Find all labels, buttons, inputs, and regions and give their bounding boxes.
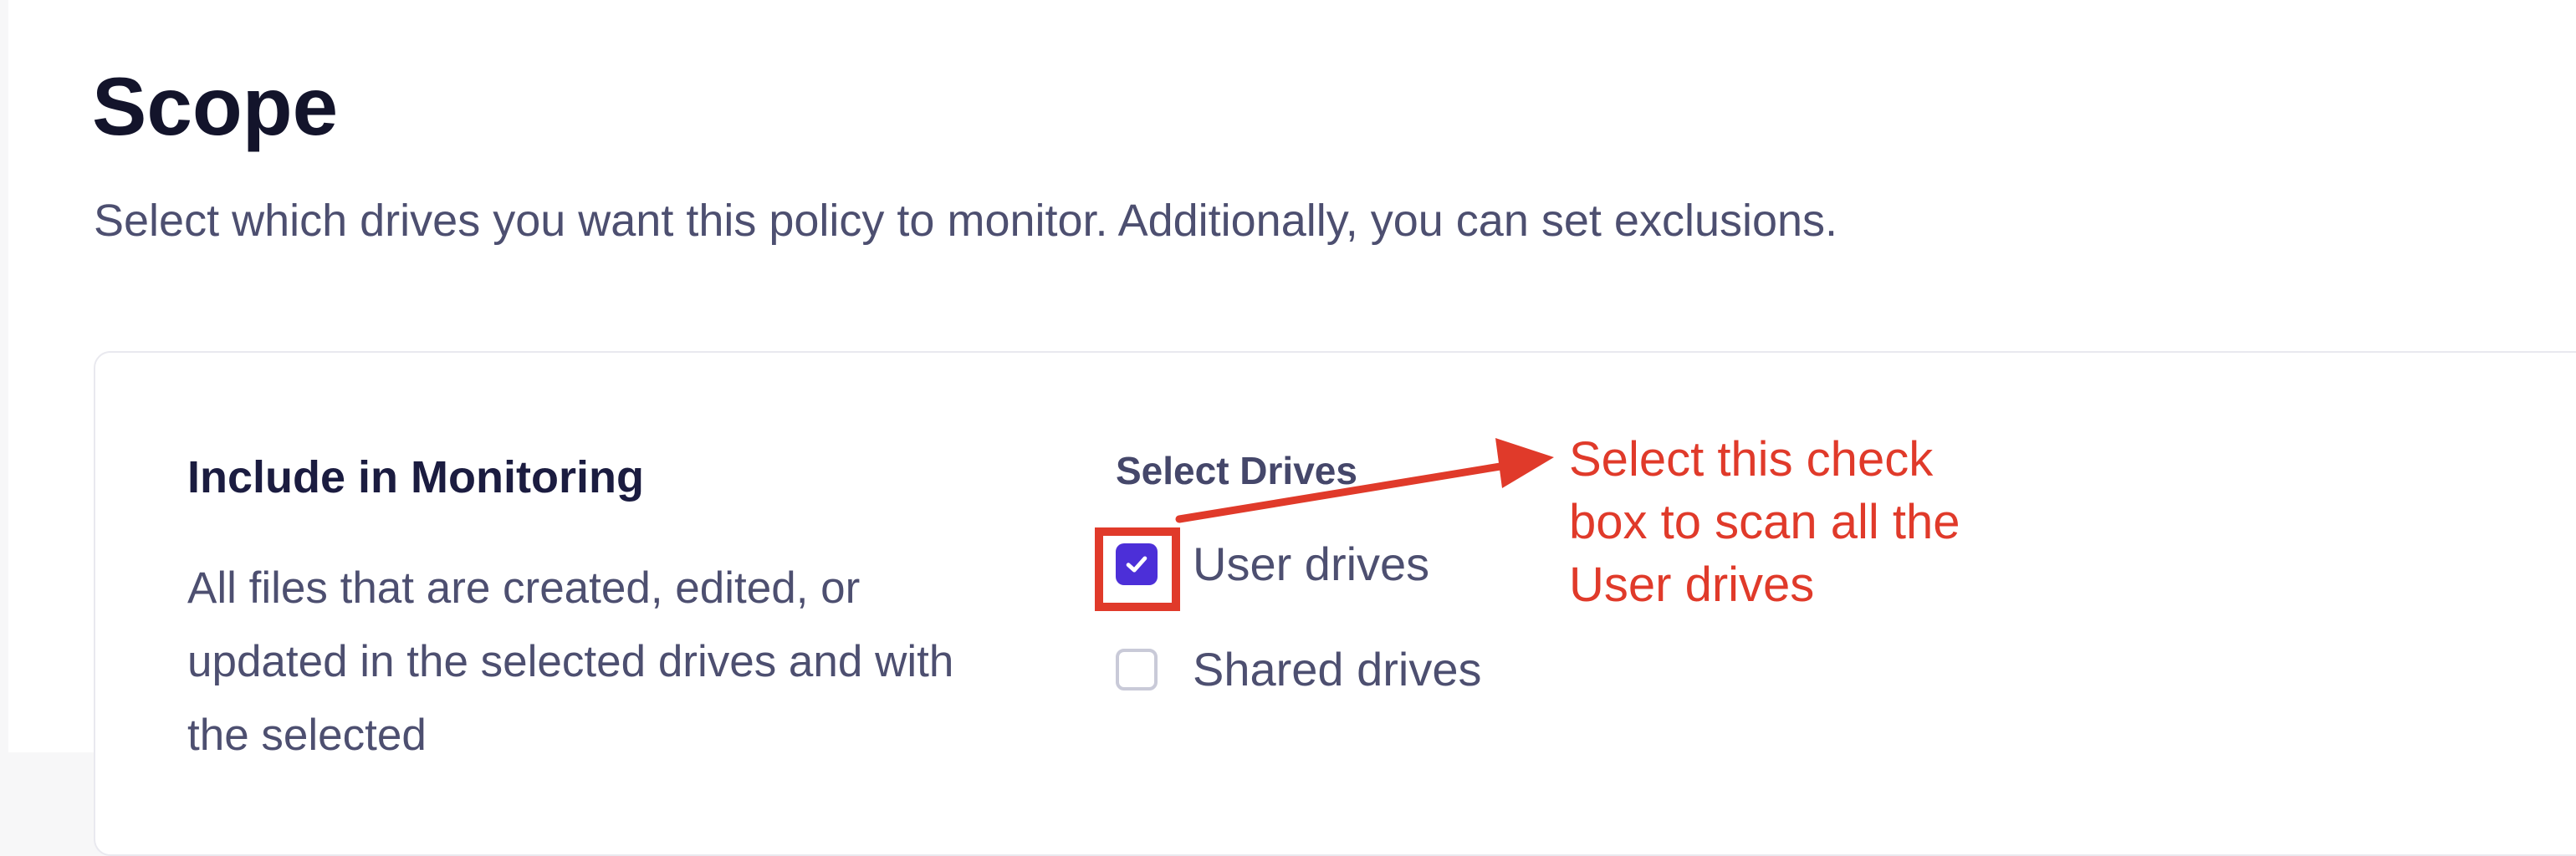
check-icon <box>1126 556 1147 572</box>
page-description: Select which drives you want this policy… <box>94 196 1838 246</box>
section-description: All files that are created, edited, or u… <box>187 563 954 760</box>
user-drives-checkbox-row[interactable]: User drives <box>1116 537 1429 591</box>
shared-drives-checkbox[interactable] <box>1116 648 1158 690</box>
annotation-text: Select this check box to scan all the Us… <box>1569 428 1960 616</box>
shared-drives-label: Shared drives <box>1193 643 1482 696</box>
annotation-line: User drives <box>1569 558 1815 612</box>
shared-drives-checkbox-row[interactable]: Shared drives <box>1116 642 1482 696</box>
select-drives-label: Select Drives <box>1116 449 1357 492</box>
annotation-line: box to scan all the <box>1569 495 1960 549</box>
user-drives-label: User drives <box>1193 538 1430 590</box>
scope-page: Scope Select which drives you want this … <box>8 0 2576 856</box>
annotation-line: Select this check <box>1569 432 1934 487</box>
user-drives-checkbox[interactable] <box>1116 543 1158 585</box>
section-title: Include in Monitoring <box>187 452 644 502</box>
page-title: Scope <box>92 60 339 152</box>
monitoring-card: Include in Monitoring All files that are… <box>94 351 2576 856</box>
